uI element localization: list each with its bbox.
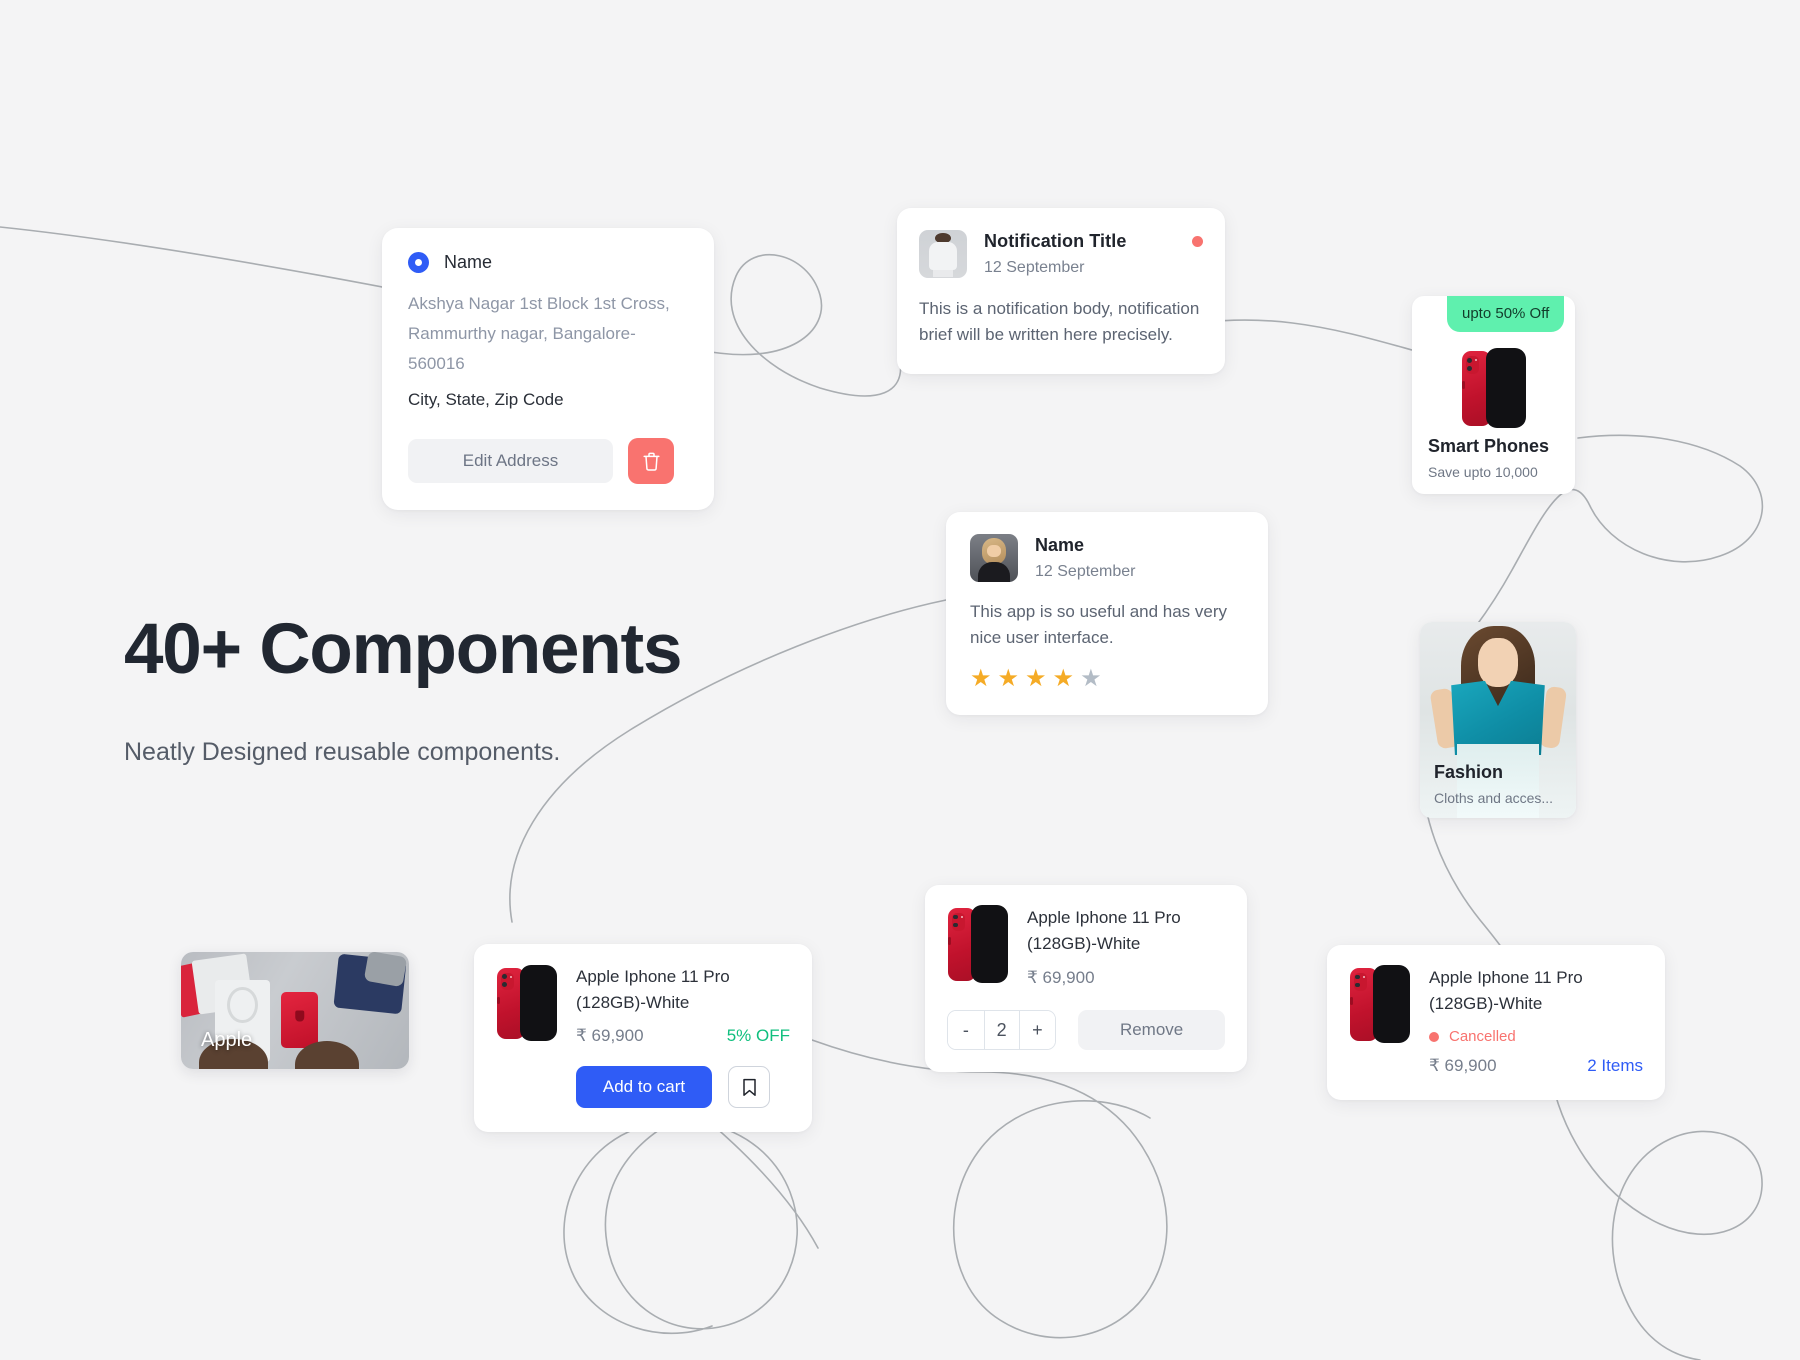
category-card-smartphones[interactable]: upto 50% Off Smart Phones Save upto 10,0… — [1412, 296, 1575, 494]
product-row: Apple Iphone 11 Pro (128GB)-White ₹ 69,9… — [496, 964, 790, 1046]
product-info: Apple Iphone 11 Pro (128GB)-White ₹ 69,9… — [576, 964, 790, 1046]
status-label: Cancelled — [1449, 1028, 1516, 1045]
status-badge: Cancelled — [1429, 1028, 1643, 1045]
address-city-state-zip: City, State, Zip Code — [408, 390, 564, 409]
address-header: Name — [408, 252, 688, 273]
quantity-value: 2 — [983, 1011, 1020, 1049]
page-canvas: 40+ Components Neatly Designed reusable … — [0, 0, 1800, 1360]
notification-title: Notification Title — [984, 231, 1127, 251]
product-title: Apple Iphone 11 Pro (128GB)-White — [576, 967, 730, 1012]
category-card-fashion[interactable]: Fashion Cloths and acces... — [1420, 622, 1576, 818]
category-subtitle: Save upto 10,000 — [1428, 464, 1538, 480]
avatar-man-icon — [919, 230, 967, 278]
star-icon-4[interactable]: ★ — [1053, 667, 1075, 691]
star-icon-5[interactable]: ★ — [1080, 667, 1102, 691]
review-meta: Name 12 September — [1035, 534, 1244, 581]
brand-banner-label: Apple — [201, 1029, 253, 1051]
notification-date: 12 September — [984, 259, 1085, 276]
notification-meta: Notification Title 12 September — [984, 230, 1175, 277]
order-price-row: ₹ 69,900 2 Items — [1429, 1056, 1643, 1076]
cart-item-price: ₹ 69,900 — [1027, 968, 1095, 987]
discount-badge: upto 50% Off — [1447, 296, 1565, 332]
address-lines: Akshya Nagar 1st Block 1st Cross, Rammur… — [408, 294, 670, 373]
star-icon-1[interactable]: ★ — [970, 667, 992, 691]
product-price: ₹ 69,900 — [576, 1026, 644, 1045]
quantity-stepper[interactable]: - 2 + — [947, 1010, 1057, 1050]
address-name: Name — [444, 252, 493, 272]
quantity-decrement-button[interactable]: - — [948, 1011, 984, 1049]
review-body: This app is so useful and has very nice … — [970, 602, 1228, 647]
order-item-title: Apple Iphone 11 Pro (128GB)-White — [1429, 968, 1583, 1013]
cart-item-card: Apple Iphone 11 Pro (128GB)-White ₹ 69,9… — [925, 885, 1247, 1072]
order-item-thumbnail — [1349, 965, 1411, 1043]
order-item-info: Apple Iphone 11 Pro (128GB)-White Cancel… — [1429, 965, 1643, 1076]
cart-item-thumbnail — [947, 905, 1009, 983]
edit-address-button[interactable]: Edit Address — [408, 439, 613, 483]
hero-section: 40+ Components Neatly Designed reusable … — [124, 610, 884, 767]
bookmark-button[interactable] — [728, 1066, 770, 1108]
cart-item-row: Apple Iphone 11 Pro (128GB)-White ₹ 69,9… — [947, 905, 1225, 988]
review-author-name: Name — [1035, 535, 1085, 555]
category-text-smartphones: Smart Phones Save upto 10,000 — [1412, 436, 1575, 494]
radio-selected-icon[interactable] — [408, 252, 429, 273]
page-title: 40+ Components — [124, 610, 682, 689]
iphone-red-product-icon — [497, 965, 557, 1041]
address-card: Name Akshya Nagar 1st Block 1st Cross, R… — [382, 228, 714, 510]
page-subtitle: Neatly Designed reusable components. — [124, 738, 561, 767]
cart-item-actions: - 2 + Remove — [947, 1010, 1225, 1050]
rating-stars[interactable]: ★ ★ ★ ★ ★ — [970, 667, 1244, 691]
cart-item-title: Apple Iphone 11 Pro (128GB)-White — [1027, 908, 1181, 953]
review-card: Name 12 September This app is so useful … — [946, 512, 1268, 715]
iphone-red-product-icon — [1350, 965, 1410, 1043]
star-icon-2[interactable]: ★ — [998, 667, 1020, 691]
product-card: Apple Iphone 11 Pro (128GB)-White ₹ 69,9… — [474, 944, 812, 1132]
trash-icon — [642, 452, 660, 471]
remove-item-button[interactable]: Remove — [1078, 1010, 1225, 1050]
order-items-link[interactable]: 2 Items — [1587, 1056, 1643, 1076]
iphone-red-product-icon — [1461, 348, 1526, 428]
category-subtitle: Cloths and acces... — [1434, 790, 1554, 806]
address-actions: Edit Address — [408, 438, 688, 484]
notification-card[interactable]: Notification Title 12 September This is … — [897, 208, 1225, 374]
category-image-smartphones — [1412, 342, 1575, 434]
add-to-cart-button[interactable]: Add to cart — [576, 1066, 712, 1108]
avatar-woman-icon — [970, 534, 1018, 582]
notification-body: This is a notification body, notificatio… — [919, 299, 1200, 344]
product-thumbnail — [496, 964, 558, 1042]
product-actions: Add to cart — [496, 1066, 790, 1108]
notification-header: Notification Title 12 September — [919, 230, 1203, 278]
category-title: Smart Phones — [1428, 436, 1550, 456]
product-price-row: ₹ 69,900 5% OFF — [576, 1026, 790, 1046]
product-discount: 5% OFF — [726, 1026, 790, 1045]
review-header: Name 12 September — [970, 534, 1244, 582]
star-icon-3[interactable]: ★ — [1025, 667, 1047, 691]
category-title: Fashion — [1434, 762, 1504, 782]
status-dot-icon — [1429, 1031, 1439, 1042]
cart-item-info: Apple Iphone 11 Pro (128GB)-White ₹ 69,9… — [1027, 905, 1225, 988]
order-item-card[interactable]: Apple Iphone 11 Pro (128GB)-White Cancel… — [1327, 945, 1665, 1100]
unread-dot-icon — [1192, 236, 1203, 247]
quantity-increment-button[interactable]: + — [1019, 1011, 1056, 1049]
review-date: 12 September — [1035, 563, 1136, 580]
brand-banner-apple[interactable]: Apple — [181, 952, 409, 1069]
order-price: ₹ 69,900 — [1429, 1056, 1497, 1075]
bookmark-icon — [742, 1078, 756, 1096]
iphone-red-product-icon — [948, 905, 1008, 983]
category-text-fashion: Fashion Cloths and acces... — [1420, 762, 1576, 818]
order-item-row: Apple Iphone 11 Pro (128GB)-White Cancel… — [1349, 965, 1643, 1076]
delete-address-button[interactable] — [628, 438, 674, 484]
